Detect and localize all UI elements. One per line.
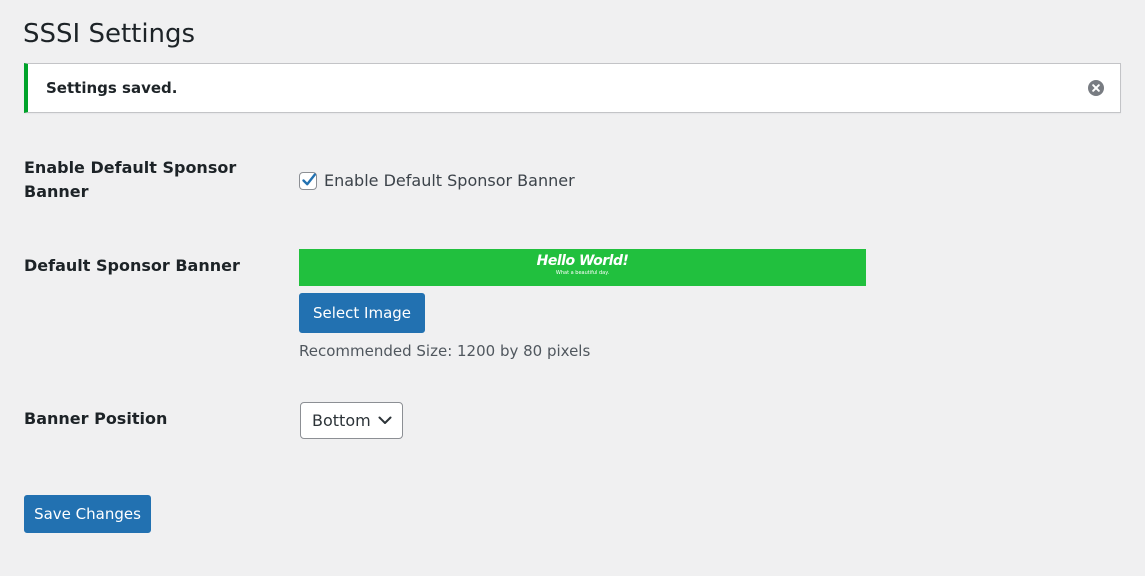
page-title: SSSI Settings (23, 19, 196, 49)
settings-page: SSSI Settings Settings saved. Enable Def… (0, 0, 1145, 576)
select-image-button[interactable]: Select Image (299, 293, 425, 333)
checkmark-icon (302, 173, 316, 186)
success-notice: Settings saved. (24, 63, 1121, 113)
chevron-down-icon (378, 416, 392, 424)
dismiss-icon[interactable] (1088, 80, 1104, 96)
enable-banner-checkbox[interactable] (299, 172, 317, 190)
banner-preview-image: Hello World! What a beautiful day. (299, 249, 866, 286)
banner-preview-subtitle: What a beautiful day. (555, 270, 610, 276)
banner-position-label: Banner Position (24, 409, 168, 428)
banner-position-selected-value: Bottom (312, 411, 371, 430)
enable-banner-field: Enable Default Sponsor Banner (299, 170, 575, 192)
banner-position-select[interactable]: Bottom (300, 402, 403, 439)
default-banner-label: Default Sponsor Banner (24, 256, 240, 275)
save-changes-button[interactable]: Save Changes (24, 495, 151, 533)
enable-banner-label: Enable Default Sponsor Banner (24, 158, 237, 201)
enable-banner-checkbox-label[interactable]: Enable Default Sponsor Banner (324, 170, 575, 192)
banner-size-help-text: Recommended Size: 1200 by 80 pixels (299, 342, 591, 360)
banner-preview-title: Hello World! (536, 253, 629, 269)
notice-message: Settings saved. (46, 79, 178, 97)
